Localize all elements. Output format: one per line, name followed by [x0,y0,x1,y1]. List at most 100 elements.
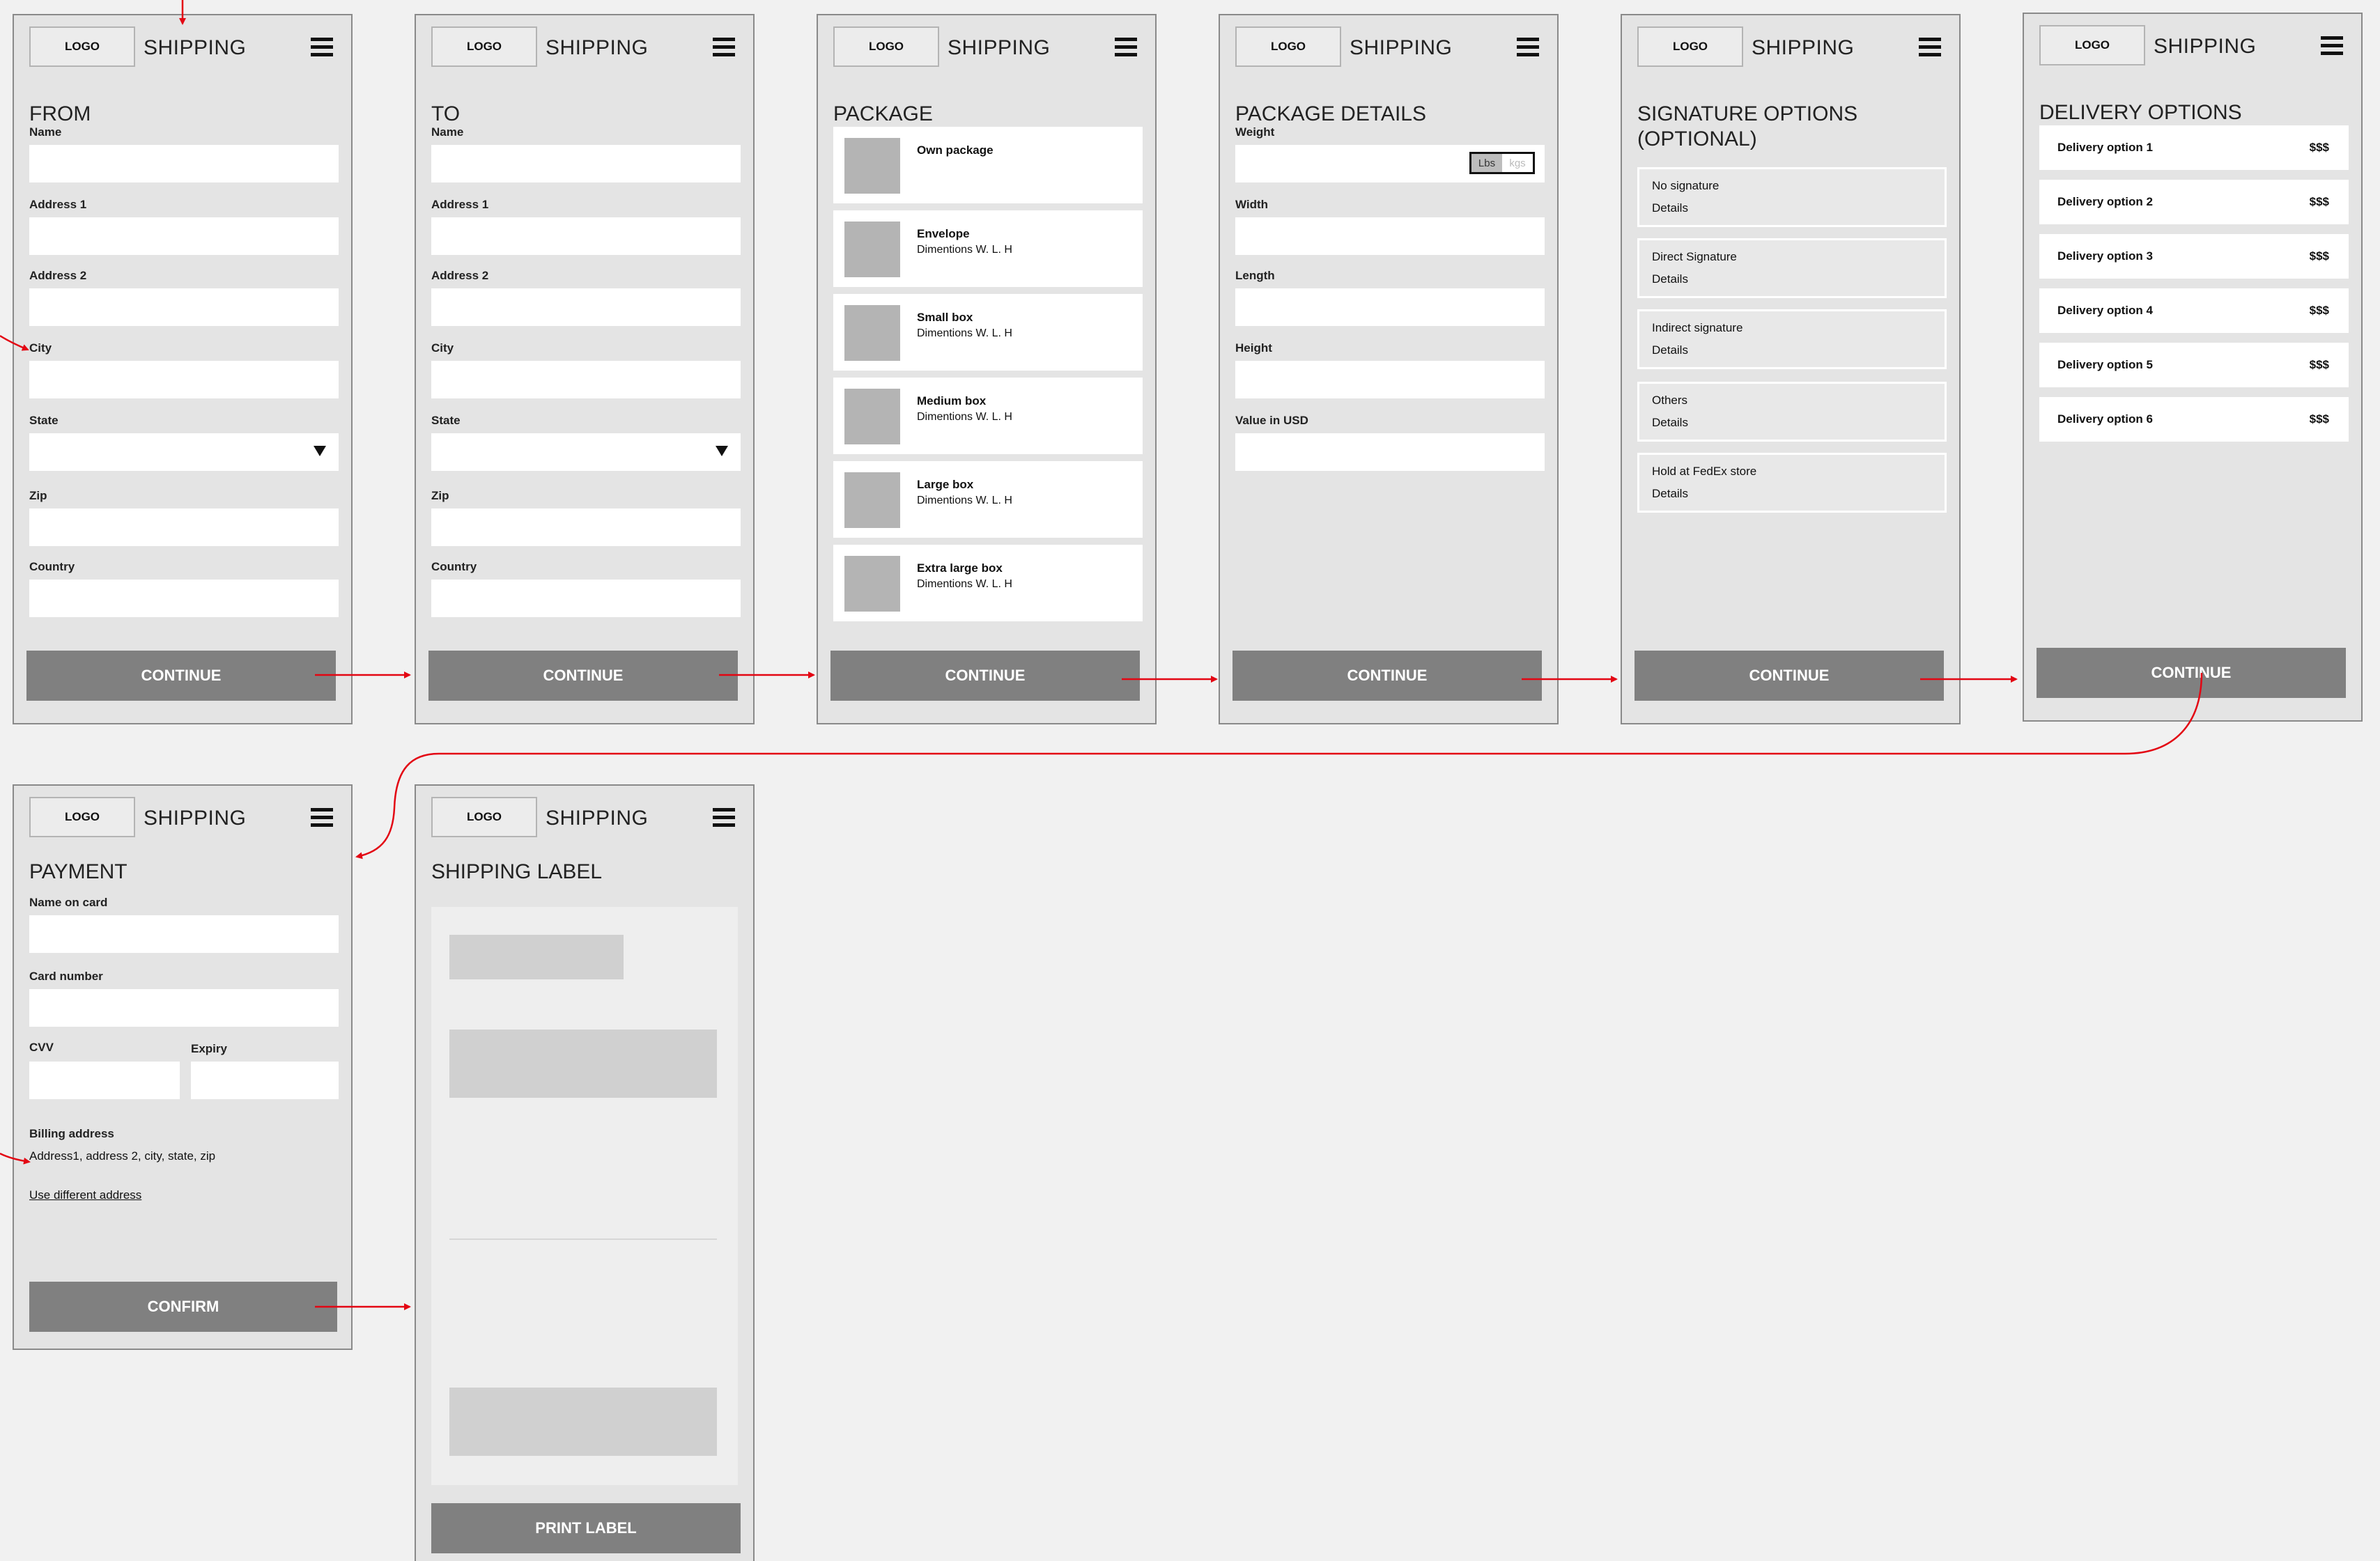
screen-title: SIGNATURE OPTIONS (OPTIONAL) [1637,102,1858,150]
package-name: Extra large box [917,561,1003,575]
billing-address-label: Billing address [29,1127,114,1140]
cvv-label: CVV [29,1041,54,1054]
length-label: Length [1235,269,1275,282]
option-details: Details [1652,487,1688,500]
screen-package-details: LOGO SHIPPING PACKAGE DETAILS Weight Lbs… [1219,14,1559,724]
signature-option[interactable]: Indirect signature Details [1637,309,1947,369]
screen-signature-options: LOGO SHIPPING SIGNATURE OPTIONS (OPTIONA… [1621,14,1961,724]
package-image [844,222,900,277]
address1-label: Address 1 [29,198,87,211]
screen-title: TO [431,102,461,125]
weight-field[interactable]: Lbs kgs [1235,145,1545,182]
delivery-option[interactable]: Delivery option 5 $$$ [2039,343,2349,387]
menu-icon[interactable] [713,38,735,60]
option-name: Delivery option 1 [2057,141,2153,154]
signature-option[interactable]: No signature Details [1637,167,1947,227]
option-name: No signature [1652,179,1720,192]
signature-option[interactable]: Direct Signature Details [1637,238,1947,298]
country-field[interactable] [29,580,339,617]
state-select[interactable] [29,433,339,471]
city-field[interactable] [431,361,741,398]
name-label: Name [431,125,464,139]
menu-icon[interactable] [311,808,333,830]
delivery-option[interactable]: Delivery option 4 $$$ [2039,288,2349,333]
continue-button[interactable]: CONTINUE [1635,651,1944,701]
package-dimensions: Dimentions W. L. H [917,578,1012,590]
unit-toggle[interactable]: Lbs kgs [1469,152,1535,174]
delivery-option[interactable]: Delivery option 1 $$$ [2039,125,2349,170]
signature-option[interactable]: Hold at FedEx store Details [1637,453,1947,513]
use-different-address-link[interactable]: Use different address [29,1188,141,1202]
name-field[interactable] [29,145,339,182]
package-option[interactable]: Large box Dimentions W. L. H [833,461,1143,538]
cvv-field[interactable] [29,1062,180,1099]
package-option[interactable]: Envelope Dimentions W. L. H [833,210,1143,287]
zip-label: Zip [29,489,47,502]
zip-field[interactable] [29,508,339,546]
card-number-field[interactable] [29,989,339,1027]
screen-payment: LOGO SHIPPING PAYMENT Name on card Card … [13,784,353,1350]
continue-button[interactable]: CONTINUE [830,651,1140,701]
print-label-button[interactable]: PRINT LABEL [431,1503,741,1553]
expiry-label: Expiry [191,1042,227,1055]
height-field[interactable] [1235,361,1545,398]
length-field[interactable] [1235,288,1545,326]
zip-label: Zip [431,489,449,502]
delivery-option[interactable]: Delivery option 2 $$$ [2039,180,2349,224]
unit-kgs[interactable]: kgs [1502,154,1533,172]
option-price: $$$ [2309,249,2329,263]
continue-button[interactable]: CONTINUE [1232,651,1542,701]
delivery-option[interactable]: Delivery option 6 $$$ [2039,397,2349,442]
menu-icon[interactable] [713,808,735,830]
billing-address-value: Address1, address 2, city, state, zip [29,1149,216,1163]
package-image [844,556,900,612]
expiry-field[interactable] [191,1062,339,1099]
package-option[interactable]: Small box Dimentions W. L. H [833,294,1143,371]
header: LOGO SHIPPING [1622,15,1959,77]
screen-title: PAYMENT [29,860,128,883]
label-preview [431,907,738,1485]
card-number-label: Card number [29,970,103,983]
chevron-down-icon [716,446,728,456]
value-label: Value in USD [1235,414,1308,427]
menu-icon[interactable] [2321,36,2343,59]
logo: LOGO [29,26,135,67]
signature-option[interactable]: Others Details [1637,382,1947,442]
zip-field[interactable] [431,508,741,546]
continue-button[interactable]: CONTINUE [428,651,738,701]
logo: LOGO [431,797,537,837]
address2-field[interactable] [431,288,741,326]
delivery-option[interactable]: Delivery option 3 $$$ [2039,234,2349,279]
header-title: SHIPPING [144,36,247,59]
screen-title: SHIPPING LABEL [431,860,603,883]
header: LOGO SHIPPING [14,15,351,77]
menu-icon[interactable] [1115,38,1137,60]
logo: LOGO [1637,26,1743,67]
header-title: SHIPPING [546,36,649,59]
option-name: Delivery option 6 [2057,412,2153,426]
address2-field[interactable] [29,288,339,326]
logo: LOGO [2039,25,2145,65]
country-field[interactable] [431,580,741,617]
header: LOGO SHIPPING [2024,14,2361,75]
continue-button[interactable]: CONTINUE [2037,648,2346,698]
name-field[interactable] [431,145,741,182]
chevron-down-icon [314,446,326,456]
unit-lbs[interactable]: Lbs [1471,154,1502,172]
city-field[interactable] [29,361,339,398]
width-field[interactable] [1235,217,1545,255]
package-option[interactable]: Extra large box Dimentions W. L. H [833,545,1143,621]
address1-field[interactable] [431,217,741,255]
menu-icon[interactable] [1919,38,1941,60]
value-field[interactable] [1235,433,1545,471]
confirm-button[interactable]: CONFIRM [29,1282,337,1332]
menu-icon[interactable] [1517,38,1539,60]
address1-field[interactable] [29,217,339,255]
menu-icon[interactable] [311,38,333,60]
name-on-card-field[interactable] [29,915,339,953]
package-option[interactable]: Own package [833,127,1143,203]
package-option[interactable]: Medium box Dimentions W. L. H [833,378,1143,454]
continue-button[interactable]: CONTINUE [26,651,336,701]
state-select[interactable] [431,433,741,471]
package-image [844,389,900,444]
